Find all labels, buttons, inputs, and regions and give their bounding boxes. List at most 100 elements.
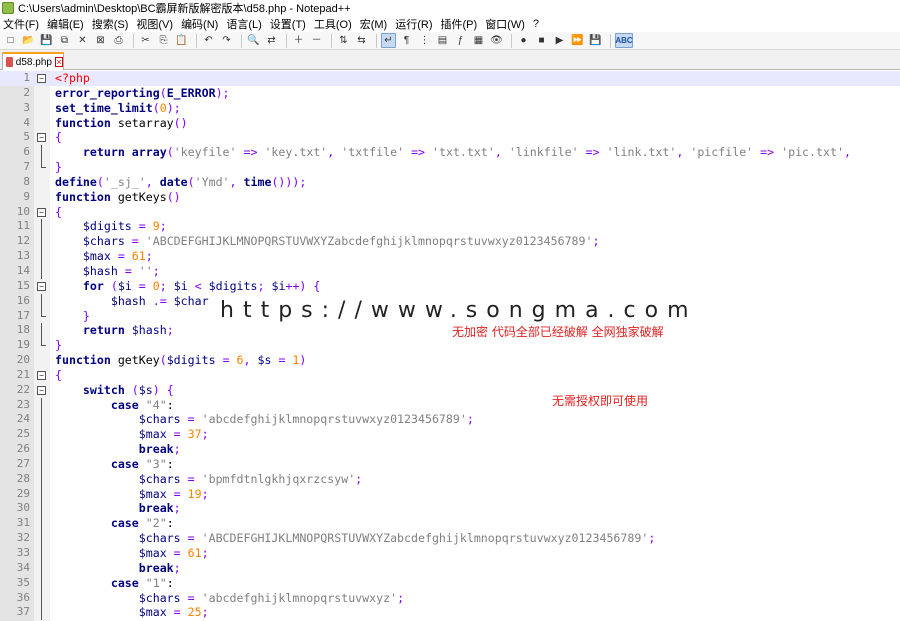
menu-item[interactable]: 宏(M) — [360, 16, 388, 32]
line-text: for ($i = 0; $i < $digits; $i++) { — [82, 278, 321, 293]
stop-macro-icon[interactable]: ■ — [534, 33, 549, 48]
menu-item[interactable]: 搜索(S) — [92, 16, 129, 32]
save-macro-icon[interactable]: 💾 — [588, 33, 603, 48]
line-text: break; — [138, 501, 181, 516]
code-line[interactable]: 37 $max = 25; — [0, 605, 900, 621]
close-all-icon[interactable]: ⊠ — [93, 33, 108, 48]
menu-item[interactable]: 编码(N) — [181, 16, 218, 32]
code-line[interactable]: 10−{ — [0, 205, 900, 220]
code-line[interactable]: 28 $chars = 'bpmfdtnlgkhjqxrzcsyw'; — [0, 471, 900, 487]
code-line[interactable]: 27 case "3": — [0, 456, 900, 472]
menu-item[interactable]: 运行(R) — [395, 16, 432, 32]
menu-item[interactable]: 设置(T) — [270, 16, 306, 32]
code-line[interactable]: 20 function getKey($digits = 6, $s = 1) — [0, 353, 900, 368]
play-macro-icon[interactable]: ▶ — [552, 33, 567, 48]
word-wrap-icon[interactable]: ↵ — [381, 33, 396, 48]
code-line[interactable]: 3 set_time_limit(0); — [0, 101, 900, 116]
code-line[interactable]: 8 define('_sj_', date('Ymd', time())); — [0, 175, 900, 190]
replace-icon[interactable]: ⇄ — [264, 33, 279, 48]
code-line[interactable]: 33 $max = 61; — [0, 546, 900, 561]
line-text: } — [55, 160, 62, 175]
code-line[interactable]: 25 $max = 37; — [0, 427, 900, 443]
spell-check-icon[interactable]: ABC — [615, 33, 633, 48]
menu-item[interactable]: 窗口(W) — [485, 16, 525, 32]
close-icon[interactable]: ✕ — [75, 33, 90, 48]
menu-item[interactable]: 插件(P) — [441, 16, 478, 32]
code-line[interactable]: 29 $max = 19; — [0, 486, 900, 502]
paste-icon[interactable]: 📋 — [174, 33, 189, 48]
record-macro-icon[interactable]: ● — [516, 33, 531, 48]
menu-item[interactable]: 语言(L) — [226, 16, 261, 32]
tab-d58-php[interactable]: d58.php × — [2, 52, 64, 70]
line-number: 29 — [16, 486, 30, 500]
code-line[interactable]: 24 $chars = 'abcdefghijklmnopqrstuvwxyz0… — [0, 412, 900, 428]
code-line[interactable]: 32 $chars = 'ABCDEFGHIJKLMNOPQRSTUVWXYZa… — [0, 531, 900, 547]
new-file-icon[interactable]: □ — [3, 33, 18, 48]
fold-toggle-icon[interactable]: − — [37, 281, 46, 291]
function-list-icon[interactable]: ƒ — [453, 33, 468, 48]
copy-icon[interactable]: ⎘ — [156, 33, 171, 48]
code-line[interactable]: 9 function getKeys() — [0, 190, 900, 205]
code-line[interactable]: 35 case "1": — [0, 575, 900, 591]
folder-workspace-icon[interactable]: ▦ — [471, 33, 486, 48]
code-line[interactable]: 6 return array('keyfile' => 'key.txt', '… — [0, 145, 900, 161]
fold-guide — [37, 338, 46, 350]
open-file-icon[interactable]: 📂 — [21, 33, 36, 48]
fold-toggle-icon[interactable]: − — [37, 207, 46, 217]
code-line[interactable]: 23 case "4": — [0, 397, 900, 413]
code-line[interactable]: 13 $max = 61; — [0, 249, 900, 265]
menu-item[interactable]: 工具(O) — [314, 16, 352, 32]
code-line[interactable]: 31 case "2": — [0, 516, 900, 532]
code-line[interactable]: 4 function setarray() — [0, 116, 900, 131]
code-line[interactable]: 7} — [0, 160, 900, 175]
redo-icon[interactable]: ↷ — [219, 33, 234, 48]
zoom-out-icon[interactable]: － — [309, 33, 324, 48]
fold-toggle-icon[interactable]: − — [37, 370, 46, 380]
code-line[interactable]: 36 $chars = 'abcdefghijklmnopqrstuvwxyz'… — [0, 590, 900, 606]
sync-h-icon[interactable]: ⇆ — [354, 33, 369, 48]
fold-guide — [37, 531, 46, 547]
fold-toggle-icon[interactable]: − — [37, 385, 46, 395]
code-line[interactable]: 19} — [0, 338, 900, 353]
fold-guide — [37, 293, 46, 309]
code-line[interactable]: 34 break; — [0, 560, 900, 576]
menu-item[interactable]: 视图(V) — [136, 16, 173, 32]
code-line[interactable]: 15− for ($i = 0; $i < $digits; $i++) { — [0, 279, 900, 294]
code-line[interactable]: 11 $digits = 9; — [0, 219, 900, 235]
menu-item[interactable]: ? — [533, 18, 539, 30]
monitoring-icon[interactable]: 👁 — [489, 33, 504, 48]
zoom-in-icon[interactable]: ＋ — [291, 33, 306, 48]
code-line[interactable]: 22− switch ($s) { — [0, 383, 900, 398]
code-line[interactable]: 2 error_reporting(E_ERROR); — [0, 86, 900, 101]
code-line[interactable]: 12 $chars = 'ABCDEFGHIJKLMNOPQRSTUVWXYZa… — [0, 234, 900, 250]
indent-guide-icon[interactable]: ⋮ — [417, 33, 432, 48]
code-line[interactable]: 18 return $hash; — [0, 323, 900, 339]
fold-toggle-icon[interactable]: − — [37, 133, 46, 143]
save-all-icon[interactable]: ⧉ — [57, 33, 72, 48]
find-icon[interactable]: 🔍 — [246, 33, 261, 48]
line-text: error_reporting(E_ERROR); — [55, 85, 230, 100]
code-line[interactable]: 14 $hash = ''; — [0, 263, 900, 279]
tab-close-icon[interactable]: × — [54, 57, 63, 67]
fold-guide — [37, 178, 46, 187]
code-line[interactable]: 21−{ — [0, 368, 900, 383]
sync-v-icon[interactable]: ⇅ — [336, 33, 351, 48]
cut-icon[interactable]: ✂ — [138, 33, 153, 48]
code-line[interactable]: 26 break; — [0, 442, 900, 458]
code-lines[interactable]: 1− <?php 2 error_reporting(E_ERROR); 3 set_ti… — [0, 71, 900, 621]
line-number: 6 — [23, 145, 30, 159]
menu-item[interactable]: 编辑(E) — [47, 16, 84, 32]
code-line[interactable]: 5−{ — [0, 130, 900, 145]
fold-guide — [37, 546, 46, 561]
code-line[interactable]: 1− <?php — [0, 71, 900, 86]
save-icon[interactable]: 💾 — [39, 33, 54, 48]
code-editor[interactable]: 1− <?php 2 error_reporting(E_ERROR); 3 set_ti… — [0, 71, 900, 621]
menu-item[interactable]: 文件(F) — [3, 16, 39, 32]
run-macro-multi-icon[interactable]: ⏩ — [570, 33, 585, 48]
doc-map-icon[interactable]: ▤ — [435, 33, 450, 48]
print-icon[interactable]: ⎙ — [111, 33, 126, 48]
code-line[interactable]: 30 break; — [0, 501, 900, 517]
fold-toggle-icon[interactable]: − — [37, 74, 46, 83]
undo-icon[interactable]: ↶ — [201, 33, 216, 48]
show-all-chars-icon[interactable]: ¶ — [399, 33, 414, 48]
